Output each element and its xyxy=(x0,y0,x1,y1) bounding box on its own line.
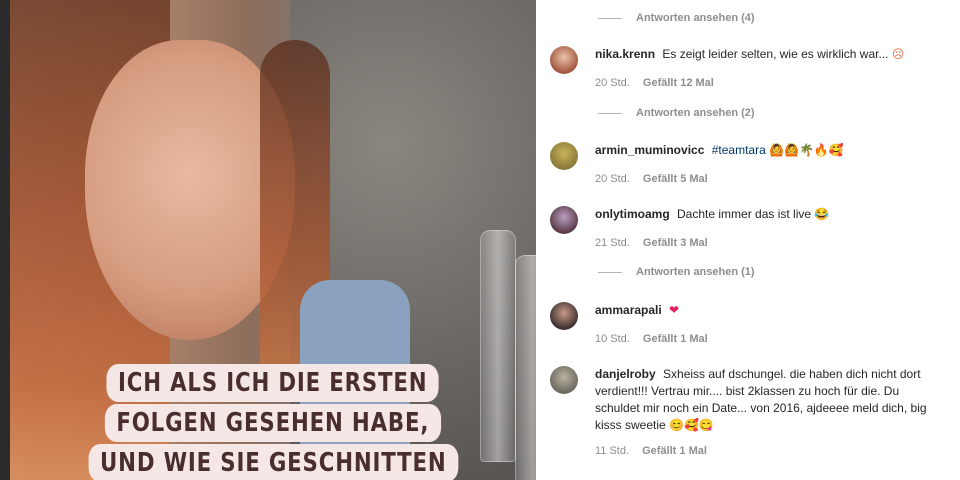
avatar[interactable] xyxy=(550,142,578,170)
avatar[interactable] xyxy=(550,302,578,330)
video-caption-line: FOLGEN GESEHEN HABE, xyxy=(10,404,536,442)
video-caption-line: ICH ALS ICH DIE ERSTEN xyxy=(10,364,536,402)
comment-time[interactable]: 21 Std. xyxy=(595,237,630,249)
emoji: ☹ xyxy=(891,47,905,61)
hashtag-link[interactable]: #teamtara xyxy=(712,143,766,157)
comment-time[interactable]: 20 Std. xyxy=(595,77,630,89)
comment-text: Es zeigt leider selten, wie es wirklich … xyxy=(662,47,889,61)
divider xyxy=(598,271,622,273)
left-edge xyxy=(0,0,10,480)
comment-username[interactable]: nika.krenn xyxy=(595,47,655,61)
comment-username[interactable]: onlytimoamg xyxy=(595,207,670,221)
comment-username[interactable]: ammarapali xyxy=(595,303,662,317)
comment-time[interactable]: 10 Std. xyxy=(595,333,630,345)
comment-likes[interactable]: Gefällt 12 Mal xyxy=(643,77,714,89)
video-caption-line: UND WIE SIE GESCHNITTEN xyxy=(10,444,536,480)
comment-username[interactable]: danjelroby xyxy=(595,367,656,381)
comment-meta: 21 Std. Gefällt 3 Mal xyxy=(595,237,708,249)
comment-likes[interactable]: Gefällt 1 Mal xyxy=(642,445,707,457)
divider xyxy=(598,17,622,19)
comment-time[interactable]: 20 Std. xyxy=(595,173,630,185)
comment-meta: 11 Std. Gefällt 1 Mal xyxy=(595,445,707,457)
comment-time[interactable]: 11 Std. xyxy=(595,445,629,457)
avatar[interactable] xyxy=(550,366,578,394)
comment-meta: 20 Std. Gefällt 12 Mal xyxy=(595,77,714,89)
avatar[interactable] xyxy=(550,46,578,74)
view-replies-link[interactable]: Antworten ansehen (2) xyxy=(598,107,755,119)
avatar[interactable] xyxy=(550,206,578,234)
heart-icon: ❤ xyxy=(669,303,680,317)
video-player[interactable]: ICH ALS ICH DIE ERSTEN FOLGEN GESEHEN HA… xyxy=(10,0,536,480)
comment-username[interactable]: armin_muminovicc xyxy=(595,143,704,157)
comment-meta: 20 Std. Gefällt 5 Mal xyxy=(595,173,708,185)
emoji: 😂 xyxy=(814,207,830,221)
comments-panel: Antworten ansehen (4) nika.krenn Es zeig… xyxy=(536,0,960,480)
comment-likes[interactable]: Gefällt 5 Mal xyxy=(643,173,708,185)
comment-text: Dachte immer das ist live xyxy=(677,207,812,221)
comment-likes[interactable]: Gefällt 3 Mal xyxy=(643,237,708,249)
view-replies-link[interactable]: Antworten ansehen (1) xyxy=(598,266,755,278)
divider xyxy=(598,112,622,114)
comment-likes[interactable]: Gefällt 1 Mal xyxy=(643,333,708,345)
emoji: 🙆🙆🌴🔥🥰 xyxy=(769,143,844,157)
view-replies-link[interactable]: Antworten ansehen (4) xyxy=(598,12,755,24)
emoji: 😊🥰😋 xyxy=(669,418,714,432)
comment-meta: 10 Std. Gefällt 1 Mal xyxy=(595,333,708,345)
